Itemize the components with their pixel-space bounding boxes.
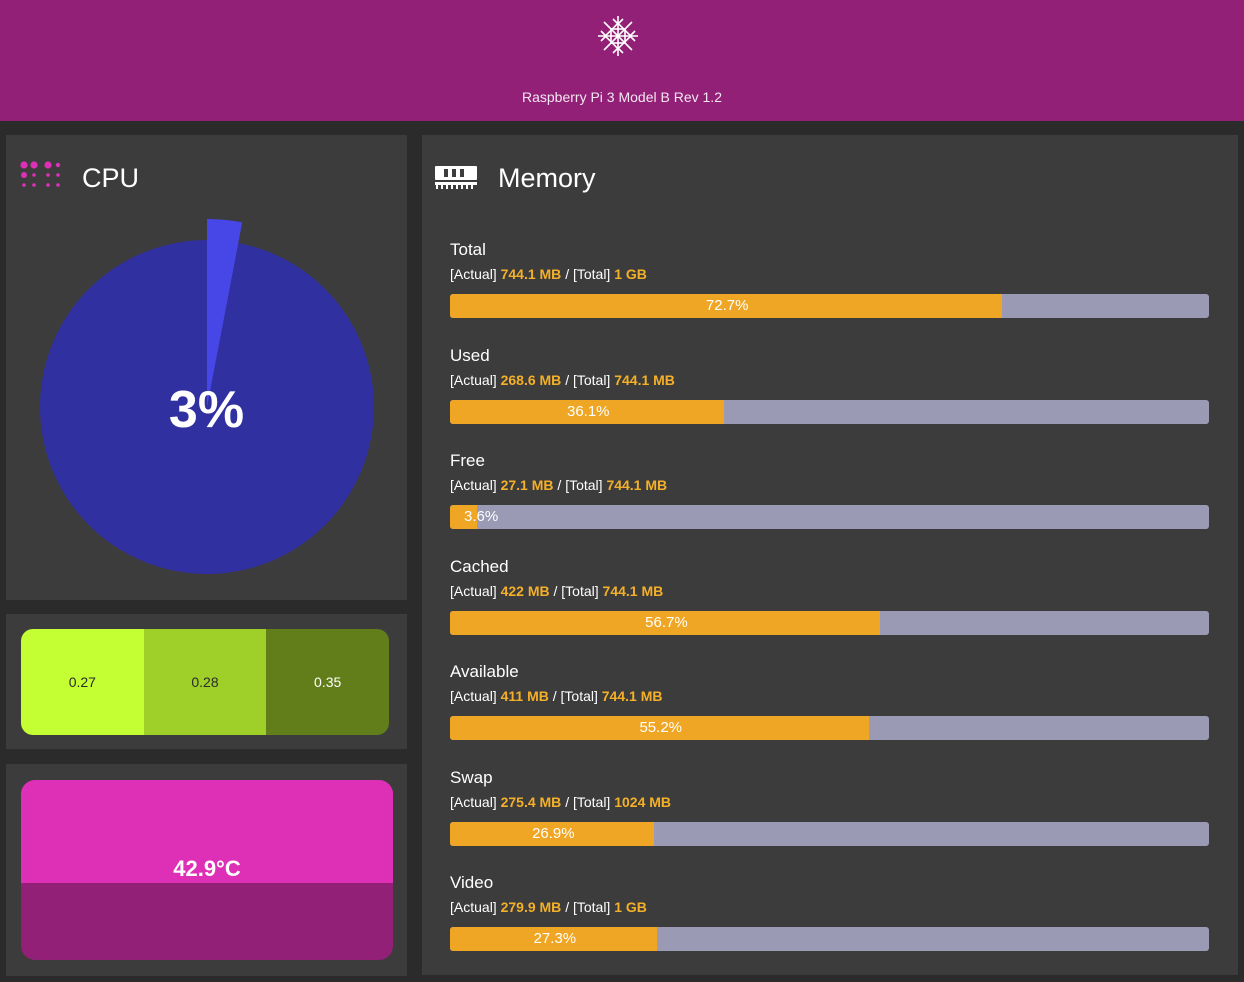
memory-progress-bar: 26.9% [450, 821, 1209, 846]
memory-item-name: Free [450, 451, 485, 470]
memory-item-used: Used [Actual] 268.6 MB / [Total] 744.1 M… [450, 346, 1209, 446]
memory-item-cached: Cached [Actual] 422 MB / [Total] 744.1 M… [450, 557, 1209, 657]
memory-percent: 36.1% [566, 402, 610, 420]
load-average-panel: 0.27 0.28 0.35 [6, 614, 407, 749]
memory-percent: 3.6% [464, 508, 499, 525]
cpu-panel: CPU 3% [6, 135, 407, 600]
load-average-bar: 0.27 0.28 0.35 [21, 629, 389, 735]
memory-item-detail: [Actual] 268.6 MB / [Total] 744.1 MB [450, 371, 675, 388]
memory-item-detail: [Actual] 744.1 MB / [Total] 1 GB [450, 266, 647, 282]
ram-stick-icon [435, 166, 477, 189]
memory-progress-bar: 72.7% [450, 294, 1209, 318]
cpu-usage-pie [40, 219, 374, 574]
memory-item-name: Available [450, 662, 519, 681]
memory-item-detail: [Actual] 411 MB / [Total] 744.1 MB [450, 688, 663, 704]
memory-item-detail: [Actual] 422 MB / [Total] 744.1 MB [450, 582, 664, 599]
memory-item-total: Total [Actual] 744.1 MB / [Total] 1 GB 7… [450, 240, 1209, 340]
memory-progress-bar: 56.7% [450, 610, 1209, 635]
load-5min: 0.28 [143, 629, 267, 735]
header: Raspberry Pi 3 Model B Rev 1.2 [0, 0, 1244, 121]
load-15min: 0.35 [266, 629, 389, 735]
memory-item-name: Swap [450, 767, 493, 787]
memory-percent: 27.3% [533, 930, 577, 947]
temperature-panel: 42.9°C [6, 764, 407, 976]
memory-progress-bar: 55.2% [450, 716, 1209, 740]
temperature-value: 42.9°C [173, 856, 241, 881]
cpu-usage-value: 3% [168, 381, 245, 439]
memory-item-name: Used [450, 345, 490, 365]
memory-progress-bar: 3.6% [450, 505, 1209, 529]
memory-item-detail: [Actual] 27.1 MB / [Total] 744.1 MB [450, 477, 668, 493]
device-name: Raspberry Pi 3 Model B Rev 1.2 [522, 89, 722, 105]
load-1min: 0.27 [21, 629, 144, 735]
memory-item-free: Free [Actual] 27.1 MB / [Total] 744.1 MB… [450, 451, 1209, 551]
memory-item-video: Video [Actual] 279.9 MB / [Total] 1 GB 2… [450, 873, 1209, 973]
memory-progress-bar: 27.3% [450, 927, 1209, 951]
memory-item-swap: Swap [Actual] 275.4 MB / [Total] 1024 MB… [450, 768, 1209, 868]
memory-item-name: Video [450, 873, 494, 892]
memory-percent: 55.2% [639, 719, 683, 736]
temperature-gauge: 42.9°C [21, 780, 393, 960]
memory-item-detail: [Actual] 279.9 MB / [Total] 1 GB [450, 899, 647, 915]
memory-percent: 56.7% [645, 613, 688, 631]
memory-item-name: Cached [450, 556, 509, 576]
memory-progress-bar: 36.1% [450, 399, 1209, 424]
flower-logo-icon [598, 16, 638, 56]
memory-panel: Memory Total [Actual] 744.1 MB / [Total]… [422, 135, 1238, 975]
memory-title: Memory [498, 163, 596, 193]
memory-item-name: Total [450, 240, 486, 259]
memory-percent: 26.9% [532, 824, 575, 842]
memory-percent: 72.7% [705, 297, 749, 314]
memory-item-available: Available [Actual] 411 MB / [Total] 744.… [450, 662, 1209, 762]
memory-item-detail: [Actual] 275.4 MB / [Total] 1024 MB [450, 793, 672, 810]
